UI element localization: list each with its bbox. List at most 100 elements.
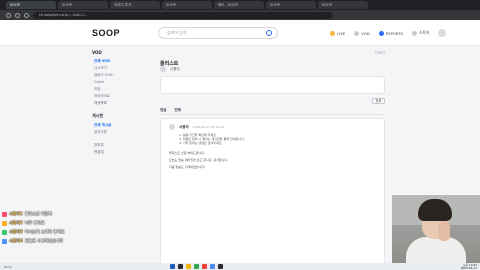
screen: SOOP SOOP 아이디 추가 SOOP 매드 - SOOP SOOP SOO… xyxy=(0,0,480,270)
live-icon xyxy=(330,30,335,36)
logo-text: SOOP xyxy=(92,28,121,38)
tab-comments[interactable]: 댓글 xyxy=(160,108,166,114)
chat-text: 너무 좋다요 xyxy=(24,220,45,225)
main-content: 플리스트 더보기 사용자 등록 댓글 전체 사용자 2025-04-17 00:… xyxy=(160,50,385,270)
comment-card: 사용자 2025-04-17 00:00:14 1. 활동 기간을 확인해 주세… xyxy=(160,118,385,270)
sidebar: VOD 전체 VOD 다시보기 업로드 VOD Catch 편집 하이라이트 재… xyxy=(92,50,147,162)
sidebar-item-playlist[interactable]: 재생목록 xyxy=(92,100,147,107)
comment-paragraph: 오늘도 방송 재미있게 보고 갑니다. 감사합니다. xyxy=(169,158,229,163)
browser-tab[interactable]: SOOP xyxy=(58,1,108,9)
badge-icon xyxy=(2,211,7,217)
comment-input[interactable] xyxy=(160,76,385,94)
header-menu: LIVE VOD ESPORTS 스토어 xyxy=(330,29,447,37)
taskbar-apps xyxy=(170,264,223,269)
chat-message: 시청자1 플리스트 다함께 xyxy=(2,210,122,218)
vod-icon xyxy=(354,30,360,36)
chat-overlay: 시청자1 플리스트 다함께 시청자2 너무 좋다요 시청자3 다시보기 노래가 … xyxy=(2,210,122,246)
browser-tab[interactable]: 아이디 추가 xyxy=(110,1,160,9)
sidebar-group-vod: VOD 전체 VOD 다시보기 업로드 VOD Catch 편집 하이라이트 재… xyxy=(92,50,147,107)
site-header: SOOP 검색어 입력 LIVE VOD ESPORTS 스토어 xyxy=(0,20,480,46)
clock-date: 2025-04-17 xyxy=(460,265,477,270)
badge-icon xyxy=(2,238,7,244)
chat-user: 시청자2 xyxy=(9,220,23,225)
search-box[interactable]: 검색어 입력 xyxy=(158,27,278,39)
comment-author[interactable]: 사용자 xyxy=(179,125,189,130)
comment-date: 2025-04-17 00:00:14 xyxy=(192,125,225,129)
search-icon[interactable] xyxy=(266,30,272,36)
browser-tab[interactable]: SOOP xyxy=(6,1,56,9)
sidebar-item-highlight[interactable]: 하이라이트 xyxy=(92,93,147,100)
search-icon[interactable] xyxy=(178,264,183,269)
app-icon[interactable] xyxy=(210,264,215,269)
sidebar-item-guestbook[interactable]: 방명록 xyxy=(92,142,147,149)
chat-text: 플리스트 다함께 xyxy=(24,211,52,216)
sidebar-item-all-posts[interactable]: 전체 게시글 xyxy=(92,122,147,129)
compose-author-name: 사용자 xyxy=(170,66,180,71)
profile-avatar[interactable] xyxy=(438,29,447,37)
folder-icon[interactable] xyxy=(186,264,191,269)
sidebar-group-board: 게시판 전체 게시글 공지사항 xyxy=(92,113,147,136)
comment-notice: 1. 활동 기간을 확인해 주세요. 2. 이벤트 참여 시 결과는 게시판을 … xyxy=(179,133,376,146)
chat-user: 시청자3 xyxy=(9,229,23,234)
app-icon[interactable] xyxy=(218,264,223,269)
nav-live-label: LIVE xyxy=(337,30,346,36)
browser-tab-bar: SOOP SOOP 아이디 추가 SOOP 매드 - SOOP SOOP SOO… xyxy=(0,0,480,10)
nav-store-label: 스토어 xyxy=(418,30,430,35)
nav-vod[interactable]: VOD xyxy=(354,30,370,36)
site-logo[interactable]: SOOP xyxy=(92,28,120,38)
avatar[interactable] xyxy=(169,124,175,130)
clock[interactable]: 오후 10:32 2025-04-17 xyxy=(460,263,477,270)
store-icon xyxy=(411,30,417,36)
browser-tab[interactable]: 매드 - SOOP xyxy=(214,1,264,9)
badge-icon xyxy=(2,220,7,226)
chat-text: 다시보기 노래가 좋아요 xyxy=(24,229,65,234)
comment-tabs: 댓글 전체 xyxy=(160,108,385,115)
browser-tab[interactable]: SOOP xyxy=(266,1,316,9)
chat-text: 오늘도 수고하셨습니다 xyxy=(24,238,64,243)
chat-message: 시청자3 다시보기 노래가 좋아요 xyxy=(2,228,122,236)
start-icon[interactable] xyxy=(170,264,175,269)
weather-widget[interactable]: 21°C xyxy=(0,265,60,269)
taskbar: 21°C 오후 10:32 2025-04-17 xyxy=(0,263,480,270)
browser-tab[interactable]: SOOP xyxy=(318,1,368,9)
page-title: 플리스트 xyxy=(160,61,179,67)
sidebar-item-upload[interactable]: 업로드 VOD xyxy=(92,72,147,79)
nav-live[interactable]: LIVE xyxy=(330,30,346,36)
comment-header: 사용자 2025-04-17 00:00:14 xyxy=(169,124,376,130)
sidebar-item-notice[interactable]: 공지사항 xyxy=(92,129,147,136)
back-icon[interactable] xyxy=(6,12,11,18)
chat-user: 시청자1 xyxy=(9,211,23,216)
sidebar-heading: 게시판 xyxy=(92,113,104,118)
page-title-row: 플리스트 더보기 xyxy=(160,50,385,67)
browser-tab[interactable]: SOOP xyxy=(162,1,212,9)
tab-all[interactable]: 전체 xyxy=(174,108,180,114)
notice-line: 3. 기타 문의는 댓글로 남겨주세요. xyxy=(179,141,223,146)
chat-message: 시청자2 너무 좋다요 xyxy=(2,219,122,227)
sidebar-item-catch[interactable]: Catch xyxy=(92,79,147,86)
forward-icon[interactable] xyxy=(15,12,20,18)
app-icon[interactable] xyxy=(202,264,207,269)
nav-esports-label: ESPORTS xyxy=(385,30,403,36)
nav-esports[interactable]: ESPORTS xyxy=(378,30,403,36)
nav-store[interactable]: 스토어 xyxy=(411,30,430,36)
sidebar-item-fanclub[interactable]: 팬클럽 xyxy=(92,149,147,156)
sidebar-group-etc: 방명록 팬클럽 xyxy=(92,142,147,156)
sidebar-item-replay[interactable]: 다시보기 xyxy=(92,65,147,72)
esports-icon xyxy=(378,30,384,36)
compose-author: 사용자 xyxy=(160,66,385,72)
submit-button[interactable]: 등록 xyxy=(372,98,385,104)
webcam-person-hand xyxy=(438,221,450,241)
comment-body: 플리스트 신청 부탁드립니다. 오늘도 방송 재미있게 보고 갑니다. 감사합니… xyxy=(169,151,376,170)
more-link[interactable]: 더보기 xyxy=(375,51,385,56)
url-field[interactable]: ch.sooplive.co.kr/...&id=1... xyxy=(33,11,333,19)
sidebar-item-edit[interactable]: 편집 xyxy=(92,86,147,93)
search-placeholder: 검색어 입력 xyxy=(167,30,187,35)
nav-vod-label: VOD xyxy=(361,30,370,36)
comment-paragraph: 플리스트 신청 부탁드립니다. xyxy=(169,150,205,155)
webcam-overlay xyxy=(392,195,480,263)
chat-message: 시청자4 오늘도 수고하셨습니다 xyxy=(2,237,122,245)
reload-icon[interactable] xyxy=(24,12,29,18)
chrome-icon[interactable] xyxy=(194,264,199,269)
sidebar-item-all-vod[interactable]: 전체 VOD xyxy=(92,58,147,65)
comment-paragraph: 다음 방송도 기대하겠습니다! xyxy=(169,165,206,170)
